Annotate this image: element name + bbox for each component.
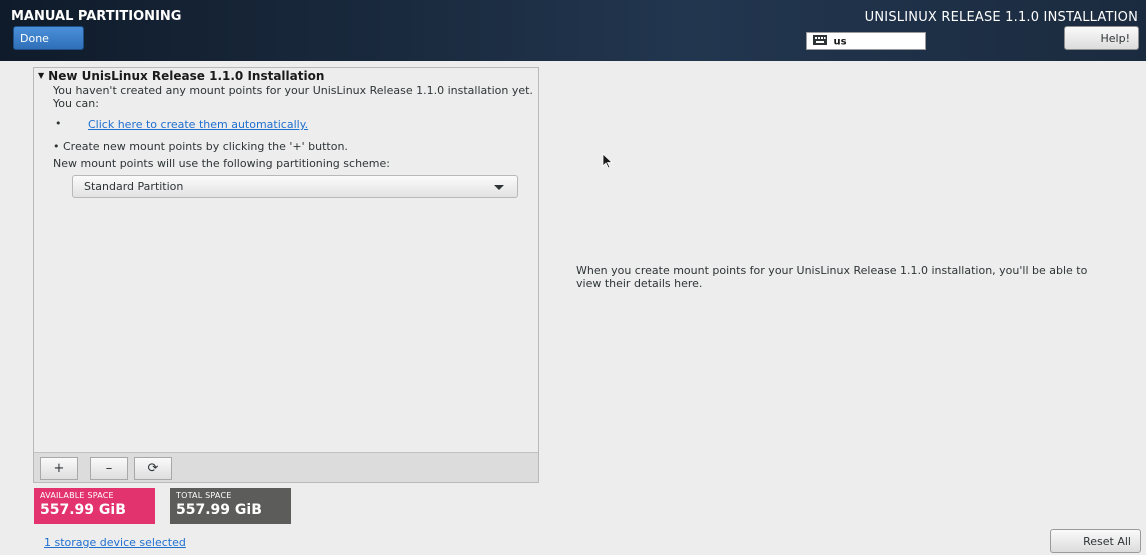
installation-expander[interactable]: ▼ New UnisLinux Release 1.1.0 Installatio…: [38, 69, 324, 83]
available-space-value: 557.99 GiB: [40, 502, 126, 518]
total-space-badge: TOTAL SPACE 557.99 GiB: [170, 488, 291, 524]
installation-expander-label: New UnisLinux Release 1.1.0 Installation: [48, 69, 325, 83]
mouse-pointer-icon: [602, 153, 614, 172]
auto-create-link[interactable]: Click here to create them automatically.: [88, 118, 308, 131]
remove-mount-point-button[interactable]: –: [90, 457, 128, 480]
partition-scheme-dropdown[interactable]: Standard Partition: [72, 175, 518, 198]
chevron-down-icon: [494, 185, 504, 190]
available-space-badge: AVAILABLE SPACE 557.99 GiB: [34, 488, 155, 524]
mount-points-panel: ▼ New UnisLinux Release 1.1.0 Installatio…: [33, 67, 539, 483]
total-space-label: TOTAL SPACE: [176, 491, 232, 500]
intro-text: You haven't created any mount points for…: [53, 84, 533, 110]
mount-point-toolbar: + – ⟳: [34, 452, 538, 482]
done-button[interactable]: Done: [13, 26, 84, 50]
triangle-down-icon: ▼: [38, 71, 45, 80]
manual-hint-text: Create new mount points by clicking the …: [63, 140, 348, 153]
partition-scheme-value: Standard Partition: [84, 180, 184, 193]
page-title: MANUAL PARTITIONING: [11, 9, 182, 24]
add-mount-point-button[interactable]: +: [40, 457, 78, 480]
keyboard-layout-indicator[interactable]: us: [806, 32, 926, 50]
reset-all-button[interactable]: Reset All: [1050, 529, 1141, 553]
installation-title: UNISLINUX RELEASE 1.1.0 INSTALLATION: [864, 10, 1138, 25]
mount-point-details-placeholder: When you create mount points for your Un…: [576, 264, 1088, 290]
scheme-description: New mount points will use the following …: [53, 157, 390, 170]
header-bar: MANUAL PARTITIONING Done UNISLINUX RELEA…: [0, 0, 1146, 61]
total-space-value: 557.99 GiB: [176, 502, 262, 518]
manual-hint: • Create new mount points by clicking th…: [53, 140, 348, 153]
help-button[interactable]: Help!: [1064, 26, 1139, 50]
keyboard-layout-label: us: [833, 36, 847, 48]
keyboard-icon: [813, 35, 827, 48]
available-space-label: AVAILABLE SPACE: [40, 491, 114, 500]
storage-devices-link[interactable]: 1 storage device selected: [44, 536, 186, 549]
refresh-button[interactable]: ⟳: [134, 457, 172, 480]
bullet-dot: •: [55, 117, 62, 130]
